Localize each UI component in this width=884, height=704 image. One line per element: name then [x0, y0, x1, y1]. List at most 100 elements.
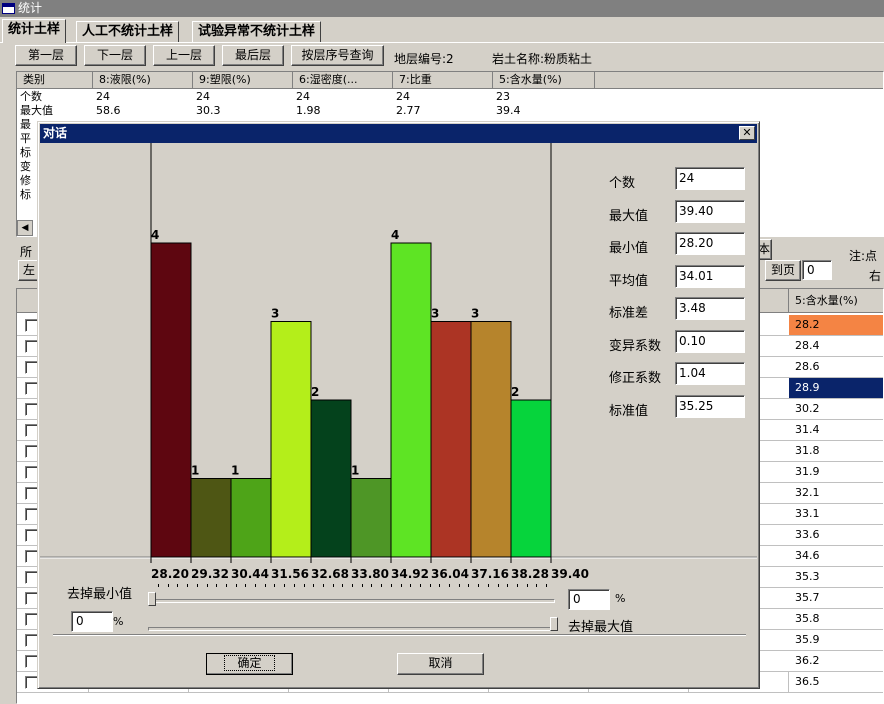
stats-col-header[interactable]: 5:含水量(%) — [493, 72, 595, 89]
slider-tick — [274, 584, 276, 587]
remove-min-slider-track[interactable] — [151, 599, 555, 603]
water-content-cell[interactable]: 30.2 — [789, 399, 883, 420]
water-content-cell[interactable]: 33.6 — [789, 525, 883, 546]
histogram-bar — [430, 321, 472, 558]
water-content-cell[interactable]: 28.9 — [789, 378, 883, 399]
water-content-cell[interactable]: 36.2 — [789, 651, 883, 672]
remove-max-slider-thumb[interactable] — [550, 617, 558, 631]
stats-cell: 24 — [296, 90, 310, 103]
bar-count-label: 4 — [151, 228, 159, 242]
stats-col-header[interactable]: 8:液限(%) — [93, 72, 193, 89]
stat-label: 最大值 — [609, 208, 649, 224]
water-content-cell[interactable]: 34.6 — [789, 546, 883, 567]
histogram-bar — [470, 321, 512, 558]
x-tick-label: 31.56 — [271, 567, 309, 581]
remove-min-label: 去掉最小值 — [67, 587, 133, 602]
stats-row-label: 个数 — [20, 90, 42, 103]
stats-col-header[interactable]: 9:塑限(%) — [193, 72, 293, 89]
bar-count-label: 3 — [431, 307, 439, 321]
stats-cell: 24 — [196, 90, 210, 103]
x-tick-label: 36.04 — [431, 567, 469, 581]
bar-count-label: 1 — [351, 464, 359, 478]
stat-value-field[interactable]: 24 — [675, 167, 745, 190]
stat-value-field[interactable]: 35.25 — [675, 394, 745, 418]
stats-col-header[interactable]: 6:湿密度(... — [293, 72, 393, 89]
stat-value-field[interactable]: 0.10 — [675, 329, 745, 353]
stat-label: 变异系数 — [609, 338, 662, 354]
first-layer-button[interactable]: 第一层 — [15, 45, 77, 66]
water-content-cell[interactable]: 28.6 — [789, 357, 883, 378]
slider-tick — [293, 584, 295, 587]
slider-tick — [196, 584, 198, 587]
right-label: 右 — [869, 269, 882, 283]
slider-tick — [206, 584, 208, 587]
histogram-bar — [510, 399, 552, 558]
remove-min-slider-thumb[interactable] — [148, 592, 156, 606]
stats-col-header[interactable]: 7:比重 — [393, 72, 493, 89]
ok-button[interactable]: 确定 — [206, 653, 293, 675]
water-content-cell[interactable]: 35.9 — [789, 630, 883, 651]
remove-max-input[interactable]: 0 — [71, 611, 113, 632]
water-content-cell[interactable]: 31.4 — [789, 420, 883, 441]
slider-tick — [225, 584, 227, 587]
cancel-button[interactable]: 取消 — [397, 653, 484, 675]
remove-min-input[interactable]: 0 — [568, 589, 610, 610]
remove-max-slider-track[interactable] — [148, 627, 554, 631]
x-tick-label: 38.28 — [511, 567, 549, 581]
stat-value-field[interactable]: 39.40 — [675, 199, 745, 223]
slider-tick — [361, 584, 363, 587]
stats-cell: 58.6 — [96, 104, 121, 117]
tab-bar: 统计土样 人工不统计土样 试验异常不统计土样 — [0, 19, 884, 43]
water-content-cell[interactable]: 28.4 — [789, 336, 883, 357]
stat-value-field[interactable]: 34.01 — [675, 264, 745, 288]
water-content-cell[interactable]: 36.5 — [789, 672, 883, 693]
slider-tick — [371, 584, 373, 587]
slider-tick — [439, 584, 441, 587]
next-layer-button[interactable]: 下一层 — [84, 45, 146, 66]
histogram-bar — [190, 478, 232, 558]
slider-tick — [410, 584, 412, 587]
prev-layer-button[interactable]: 上一层 — [153, 45, 215, 66]
query-by-layer-button[interactable]: 按层序号查询 — [291, 45, 384, 66]
histogram-bar — [230, 478, 272, 558]
slider-tick — [313, 584, 315, 587]
stat-value-field[interactable]: 28.20 — [675, 232, 745, 255]
slider-tick — [390, 584, 392, 587]
stats-col-header[interactable]: 类别 — [17, 72, 93, 89]
tab-abnormal-excluded[interactable]: 试验异常不统计土样 — [192, 21, 322, 42]
water-content-cell[interactable]: 31.8 — [789, 441, 883, 462]
tab-stat-samples[interactable]: 统计土样 — [2, 19, 67, 43]
slider-tick — [487, 584, 489, 587]
stat-label: 个数 — [609, 176, 636, 191]
bar-count-label: 2 — [311, 385, 319, 399]
x-tick-label: 29.32 — [191, 567, 229, 581]
last-layer-button[interactable]: 最后层 — [222, 45, 284, 66]
goto-page-input[interactable]: 0 — [802, 260, 832, 280]
water-content-cell[interactable]: 33.1 — [789, 504, 883, 525]
water-content-cell[interactable]: 35.3 — [789, 567, 883, 588]
water-content-header[interactable]: 5:含水量(%) — [789, 289, 883, 313]
water-content-cell[interactable]: 31.9 — [789, 462, 883, 483]
bar-count-label: 3 — [471, 307, 479, 321]
slider-tick — [235, 584, 237, 587]
tab-manual-excluded[interactable]: 人工不统计土样 — [76, 21, 180, 42]
x-tick-label: 33.80 — [351, 567, 389, 581]
water-content-cell[interactable]: 28.2 — [789, 315, 883, 336]
stat-label: 平均值 — [609, 273, 649, 289]
bar-count-label: 1 — [191, 464, 199, 478]
scroll-left-icon[interactable]: ◀ — [17, 220, 33, 236]
water-content-cell[interactable]: 35.8 — [789, 609, 883, 630]
slider-tick — [177, 584, 179, 587]
histogram-bar — [270, 321, 312, 558]
slider-tick — [507, 584, 509, 587]
stat-value-field[interactable]: 1.04 — [675, 362, 745, 385]
x-tick-label: 34.92 — [391, 567, 429, 581]
stat-value-field[interactable]: 3.48 — [675, 297, 745, 320]
slider-tick — [497, 584, 499, 587]
water-content-cell[interactable]: 32.1 — [789, 483, 883, 504]
window-titlebar: 统计 — [0, 0, 884, 17]
window-title: 统计 — [18, 1, 43, 15]
water-content-cell[interactable]: 35.7 — [789, 588, 883, 609]
goto-page-button[interactable]: 到页 — [765, 260, 801, 281]
slider-tick — [187, 584, 189, 587]
